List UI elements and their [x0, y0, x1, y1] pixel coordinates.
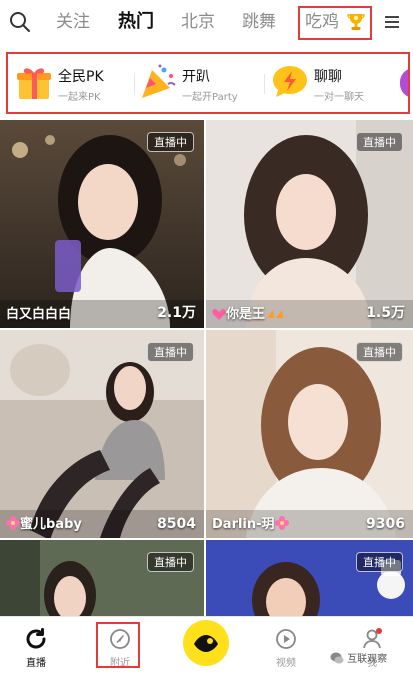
trophy-icon — [347, 14, 365, 30]
nav-label: 直播 — [26, 658, 46, 669]
eye-logo-icon — [194, 635, 218, 652]
nav-center-button[interactable] — [183, 620, 229, 666]
play-icon — [276, 629, 296, 649]
gift-icon — [17, 68, 51, 99]
flower-icon — [6, 516, 20, 530]
live-badge: 直播中 — [147, 132, 194, 152]
category-bar: 全民PK 一起来PK 开趴 一起开Party 聊聊 一对一聊天 — [6, 52, 410, 114]
category-chat[interactable]: 聊聊 一对一聊天 — [270, 58, 390, 110]
streamer-name: 蜜儿baby — [6, 513, 82, 532]
category-name: 开趴 — [182, 69, 210, 85]
divider — [134, 74, 135, 94]
tab-hot[interactable]: 热门 — [118, 8, 154, 36]
category-name: 全民PK — [58, 69, 104, 85]
refresh-icon — [26, 628, 46, 649]
user-icon — [363, 628, 382, 649]
live-badge: 直播中 — [356, 552, 403, 572]
live-card[interactable]: 直播中 你是王 1.5万 — [206, 120, 413, 328]
heart-icon — [212, 308, 226, 320]
party-popper-icon — [142, 64, 176, 98]
viewer-count: 8504 — [157, 516, 196, 532]
category-subtitle: 一起开Party — [182, 92, 238, 103]
streamer-name-text: 你是王 — [226, 307, 266, 322]
live-card[interactable]: 直播中 — [0, 540, 204, 616]
watermark-text: 互联观察 — [347, 654, 388, 665]
top-nav: 关注 热门 北京 跳舞 吃鸡 — [0, 0, 413, 44]
tab-follow[interactable]: 关注 — [56, 8, 90, 36]
viewer-count: 2.1万 — [157, 305, 196, 321]
nav-nearby-highlight — [96, 622, 140, 668]
category-party[interactable]: 开趴 一起开Party — [138, 58, 258, 110]
category-subtitle: 一对一聊天 — [314, 92, 364, 103]
live-card[interactable]: 直播中 白又白白白 2.1万 — [0, 120, 204, 328]
live-badge: 直播中 — [147, 552, 194, 572]
live-grid: 直播中 白又白白白 2.1万 直播中 你是王 1.5万 直播中 蜜儿baby 8… — [0, 120, 413, 616]
live-card[interactable]: 直播中 Darlin-玥 9306 — [206, 330, 413, 538]
search-icon[interactable] — [8, 10, 32, 34]
live-badge: 直播中 — [356, 132, 403, 152]
tab-dance[interactable]: 跳舞 — [242, 8, 276, 36]
lightning-chat-icon — [273, 66, 307, 97]
live-card[interactable]: 直播中 蜜儿baby 8504 — [0, 330, 204, 538]
category-more-peek[interactable] — [400, 68, 408, 98]
live-badge: 直播中 — [147, 342, 194, 362]
nav-video[interactable]: 视频 — [256, 623, 316, 671]
streamer-name: 白又白白白 — [6, 307, 72, 322]
wing-icon — [267, 310, 284, 318]
streamer-name: Darlin-玥 — [212, 513, 289, 532]
streamer-name-text: 蜜儿baby — [20, 517, 82, 532]
viewer-count: 1.5万 — [366, 305, 405, 321]
category-subtitle: 一起来PK — [58, 92, 101, 103]
menu-icon[interactable] — [382, 12, 402, 32]
nav-live[interactable]: 直播 — [6, 623, 66, 671]
divider — [264, 74, 265, 94]
tab-beijing[interactable]: 北京 — [181, 8, 215, 36]
tab-chicken[interactable]: 吃鸡 — [305, 8, 339, 36]
wechat-icon — [330, 652, 344, 664]
nav-label: 视频 — [276, 658, 296, 669]
watermark: 互联观察 — [330, 650, 387, 665]
category-pk[interactable]: 全民PK 一起来PK — [14, 58, 134, 110]
flower-icon — [274, 516, 289, 530]
live-badge: 直播中 — [356, 342, 403, 362]
streamer-name-text: Darlin-玥 — [212, 517, 275, 532]
viewer-count: 9306 — [366, 516, 405, 532]
live-card[interactable]: 直播中 — [206, 540, 413, 616]
category-name: 聊聊 — [314, 69, 342, 85]
streamer-name: 你是王 — [212, 303, 287, 322]
